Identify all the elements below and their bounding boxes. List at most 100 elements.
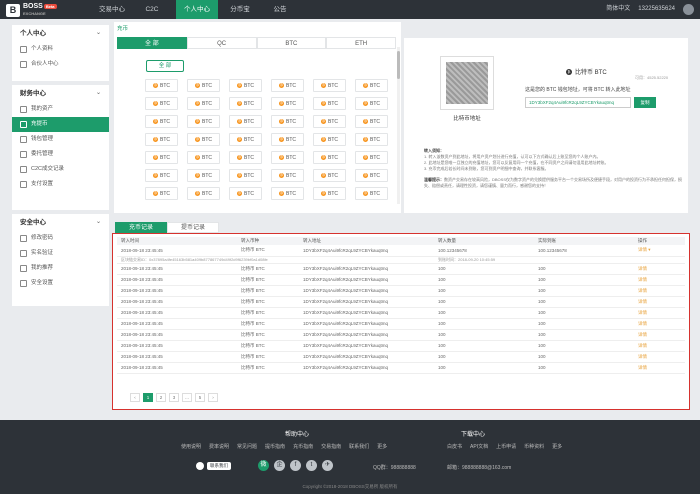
sidebar-finance-title[interactable]: 财务中心 ⌄ [12,85,109,102]
coin-option-btc[interactable]: ₿ BTC [187,79,220,92]
user-phone[interactable]: 13225635624 [638,0,675,19]
cell-operation[interactable]: 详情 [634,296,685,308]
footer-link[interactable]: 上币申请 [496,443,516,450]
coin-option-btc[interactable]: ₿ BTC [271,187,304,200]
cell-operation[interactable]: 详情 [634,318,685,330]
cell-operation[interactable]: 详情 [634,307,685,319]
coin-option-btc[interactable]: ₿ BTC [313,115,346,128]
nav-c2c[interactable]: C2C [136,0,168,19]
coin-option-btc[interactable]: ₿ BTC [145,187,178,200]
cell-operation[interactable]: 详情 [634,263,685,275]
coin-option-btc[interactable]: ₿ BTC [355,133,388,146]
footer-link[interactable]: 更多 [377,443,387,450]
coin-option-btc[interactable]: ₿ BTC [145,151,178,164]
sidebar-item-assets[interactable]: 我的资产 [12,102,109,117]
page-button[interactable]: 3 [169,393,179,402]
cell-operation[interactable]: 详情 ▾ [634,245,685,257]
deposit-address-field[interactable]: 1DY3bXF2q4Aui9fcR2qL9ZYCBYkauqtmq [525,97,631,108]
coin-option-btc[interactable]: ₿ BTC [355,79,388,92]
coin-option-btc[interactable]: ₿ BTC [313,151,346,164]
footer-link[interactable]: 联系我们 [349,443,369,450]
footer-link[interactable]: 常见问题 [237,443,257,450]
coin-option-btc[interactable]: ₿ BTC [229,169,262,182]
coin-option-btc[interactable]: ₿ BTC [187,97,220,110]
footer-link[interactable]: 充币指南 [293,443,313,450]
coin-option-btc[interactable]: ₿ BTC [229,151,262,164]
coin-option-btc[interactable]: ₿ BTC [229,187,262,200]
sidebar-item-security-settings[interactable]: 安全设置 [12,276,109,291]
coin-option-btc[interactable]: ₿ BTC [145,79,178,92]
coin-option-btc[interactable]: ₿ BTC [271,97,304,110]
language-select[interactable]: 简体中文 [606,0,630,19]
cell-operation[interactable]: 详情 [634,340,685,352]
tab-btc[interactable]: BTC [256,37,327,49]
qq-icon[interactable]: 企 [274,460,285,471]
coin-option-btc[interactable]: ₿ BTC [229,97,262,110]
tab-eth[interactable]: ETH [326,37,396,49]
coin-option-btc[interactable]: ₿ BTC [187,133,220,146]
coin-option-btc[interactable]: ₿ BTC [229,133,262,146]
cell-operation[interactable]: 详情 [634,274,685,286]
coin-option-btc[interactable]: ₿ BTC [355,187,388,200]
page-button[interactable]: 1 [143,393,153,402]
coin-option-btc[interactable]: ₿ BTC [271,133,304,146]
tab-all[interactable]: 全 部 [117,37,187,49]
sidebar-item-partner[interactable]: 合伙人中心 [12,57,109,72]
coin-option-btc[interactable]: ₿ BTC [229,79,262,92]
next-page-button[interactable]: › [208,393,218,402]
brand-logo[interactable]: B BOSS Beta EXCHANGE [6,3,57,17]
coin-option-btc[interactable]: ₿ BTC [313,97,346,110]
tab-qc[interactable]: QC [186,37,257,49]
footer-link[interactable]: 提币指南 [265,443,285,450]
footer-logo[interactable]: 联系我们 [196,462,231,470]
footer-link[interactable]: API文档 [470,443,488,450]
avatar[interactable] [683,4,694,15]
sidebar-item-verification[interactable]: 实名验证 [12,246,109,261]
coin-option-btc[interactable]: ₿ BTC [145,115,178,128]
footer-link[interactable]: 费率说明 [209,443,229,450]
nav-trade-center[interactable]: 交易中心 [88,0,136,19]
sidebar-item-profile[interactable]: 个人资料 [12,42,109,57]
coin-option-btc[interactable]: ₿ BTC [355,169,388,182]
nav-announcement[interactable]: 公告 [264,0,296,19]
sidebar-item-referral[interactable]: 我的推荐 [12,261,109,276]
sidebar-item-change-password[interactable]: 修改密码 [12,231,109,246]
coin-option-btc[interactable]: ₿ BTC [145,133,178,146]
prev-page-button[interactable]: ‹ [130,393,140,402]
scrollbar[interactable] [397,47,400,204]
coin-option-btc[interactable]: ₿ BTC [187,169,220,182]
coin-option-btc[interactable]: ₿ BTC [187,115,220,128]
sidebar-item-payment[interactable]: 支付设置 [12,177,109,192]
coin-option-btc[interactable]: ₿ BTC [271,169,304,182]
page-button[interactable]: 5 [195,393,205,402]
copy-address-button[interactable]: 复制 [634,97,656,108]
cell-operation[interactable]: 详情 [634,351,685,363]
coin-option-btc[interactable]: ₿ BTC [355,151,388,164]
page-button[interactable]: 2 [156,393,166,402]
coin-option-btc[interactable]: ₿ BTC [271,115,304,128]
coin-option-btc[interactable]: ₿ BTC [355,115,388,128]
tab-withdraw-records[interactable]: 提币记录 [167,222,219,233]
coin-option-btc[interactable]: ₿ BTC [229,115,262,128]
nav-personal-center[interactable]: 个人中心 [176,0,218,19]
coin-option-btc[interactable]: ₿ BTC [313,79,346,92]
all-coins-button[interactable]: 全 部 [146,60,184,72]
scrollbar-thumb[interactable] [397,51,400,79]
coin-option-btc[interactable]: ₿ BTC [187,187,220,200]
page-button[interactable]: ... [182,393,192,402]
coin-option-btc[interactable]: ₿ BTC [313,187,346,200]
coin-option-btc[interactable]: ₿ BTC [313,133,346,146]
coin-option-btc[interactable]: ₿ BTC [145,97,178,110]
coin-option-btc[interactable]: ₿ BTC [271,79,304,92]
sidebar-personal-title[interactable]: 个人中心 ⌄ [12,25,109,42]
sidebar-item-orders[interactable]: 委托管理 [12,147,109,162]
nav-fenbibao[interactable]: 分币宝 [222,0,258,19]
footer-link[interactable]: 交易指南 [321,443,341,450]
footer-link[interactable]: 白皮书 [447,443,462,450]
footer-link[interactable]: 使用说明 [181,443,201,450]
coin-option-btc[interactable]: ₿ BTC [271,151,304,164]
facebook-icon[interactable]: f [290,460,301,471]
sidebar-item-wallet-manage[interactable]: 钱包管理 [12,132,109,147]
sidebar-security-title[interactable]: 安全中心 ⌄ [12,214,109,231]
twitter-icon[interactable]: t [306,460,317,471]
